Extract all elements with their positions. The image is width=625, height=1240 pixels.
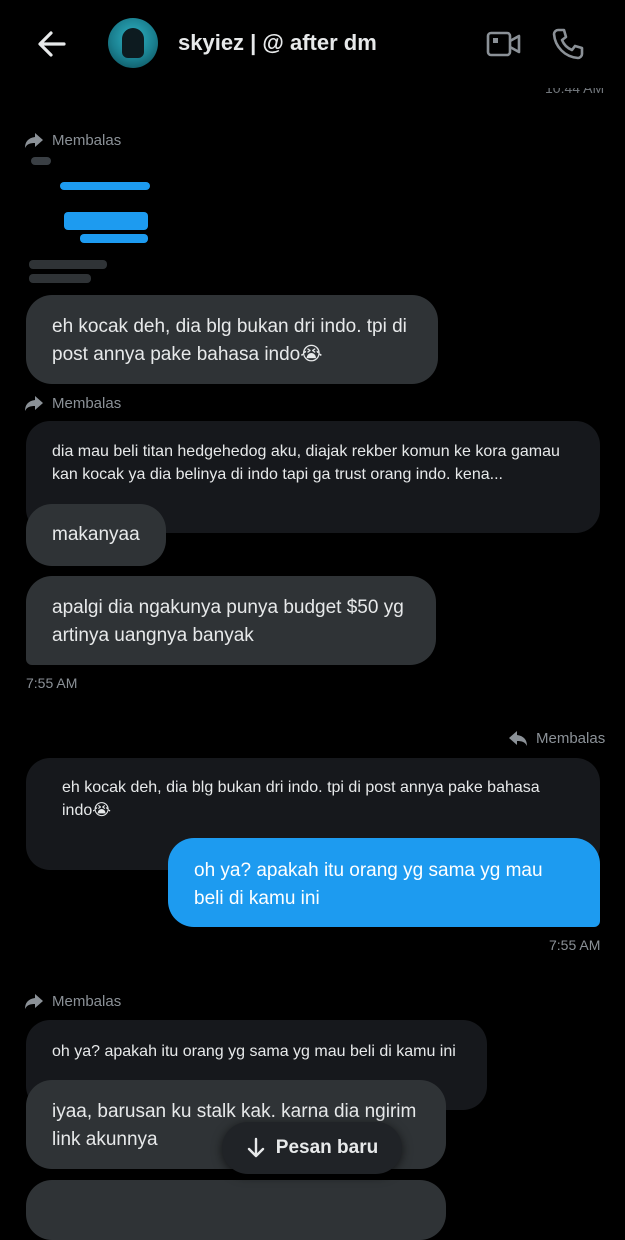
conversation-header: skyiez | @ after dm bbox=[0, 0, 625, 88]
message-timestamp: 7:55 AM bbox=[26, 675, 78, 691]
video-camera-icon bbox=[486, 31, 521, 57]
received-message[interactable]: makanyaa bbox=[26, 504, 166, 566]
received-message[interactable]: apalgi dia ngakunya punya budget $50 yg … bbox=[26, 576, 436, 665]
conversation-title[interactable]: skyiez | @ after dm bbox=[178, 30, 377, 56]
message-timestamp: 7:55 AM bbox=[549, 937, 601, 953]
reply-indicator: Membalas bbox=[24, 131, 121, 149]
reply-indicator: Membalas bbox=[508, 729, 605, 747]
arrow-left-icon bbox=[38, 31, 66, 57]
attached-screenshot-image[interactable] bbox=[28, 154, 153, 290]
reply-arrow-icon bbox=[25, 396, 43, 411]
reply-label: Membalas bbox=[52, 992, 122, 1010]
reply-arrow-icon bbox=[25, 994, 43, 1009]
reply-label: Membalas bbox=[536, 729, 606, 747]
new-message-button[interactable]: Pesan baru bbox=[222, 1122, 402, 1174]
reply-arrow-icon bbox=[509, 731, 527, 746]
new-message-label: Pesan baru bbox=[275, 1137, 379, 1158]
arrow-down-icon bbox=[247, 1137, 264, 1158]
reply-label: Membalas bbox=[52, 131, 122, 149]
reply-indicator: Membalas bbox=[24, 992, 121, 1010]
received-message[interactable]: eh kocak deh, dia blg bukan dri indo. tp… bbox=[26, 295, 438, 384]
video-call-button[interactable] bbox=[486, 28, 522, 60]
reply-label: Membalas bbox=[52, 394, 122, 412]
reply-indicator: Membalas bbox=[24, 394, 121, 412]
reply-arrow-icon bbox=[25, 133, 43, 148]
back-button[interactable] bbox=[34, 26, 70, 62]
sent-message[interactable]: oh ya? apakah itu orang yg sama yg mau b… bbox=[168, 838, 600, 927]
voice-call-button[interactable] bbox=[550, 26, 586, 62]
phone-icon bbox=[552, 28, 584, 60]
avatar-figure bbox=[122, 28, 144, 58]
avatar[interactable] bbox=[108, 18, 158, 68]
received-message-partial[interactable] bbox=[26, 1180, 446, 1240]
